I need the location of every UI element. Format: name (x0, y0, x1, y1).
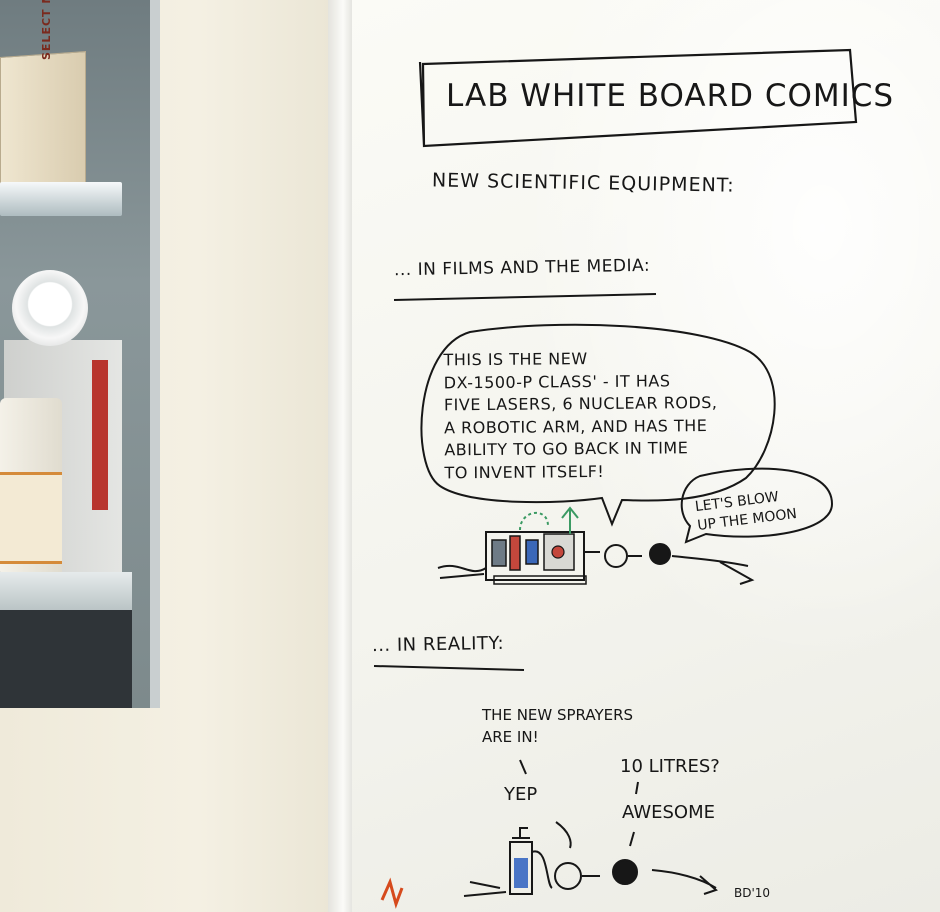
figure-head-black-bottom (612, 859, 638, 885)
reply-yep: YEP (504, 784, 538, 805)
section-heading-reality: ... IN REALITY: (371, 632, 505, 657)
red-marker-scribble (380, 877, 404, 909)
figure-head-black (649, 543, 671, 565)
underline-films (393, 293, 657, 301)
underline-reality (373, 665, 525, 671)
figure-legs-bottom (651, 869, 718, 895)
figure-legs-top (671, 555, 755, 585)
reply-awesome: AWESOME (622, 802, 715, 823)
fancy-machine-drawing (437, 506, 600, 585)
comic-title: LAB WHITE BOARD COMICS (446, 78, 895, 114)
figure-head-white-bottom (554, 862, 582, 890)
speech-bubble-main-text: THIS IS THE NEW DX-1500-P CLASS' - IT HA… (443, 349, 718, 482)
figure-head-white (604, 544, 628, 568)
sprayer-quote: THE NEW SPRAYERS ARE IN! (482, 706, 634, 746)
sprayer-drawing (463, 827, 553, 897)
photo-scene: SELECT MICRO SLIDES (0, 0, 940, 912)
question-litres: 10 LITRES? (620, 756, 720, 777)
artist-signature: BD'10 (734, 886, 771, 900)
